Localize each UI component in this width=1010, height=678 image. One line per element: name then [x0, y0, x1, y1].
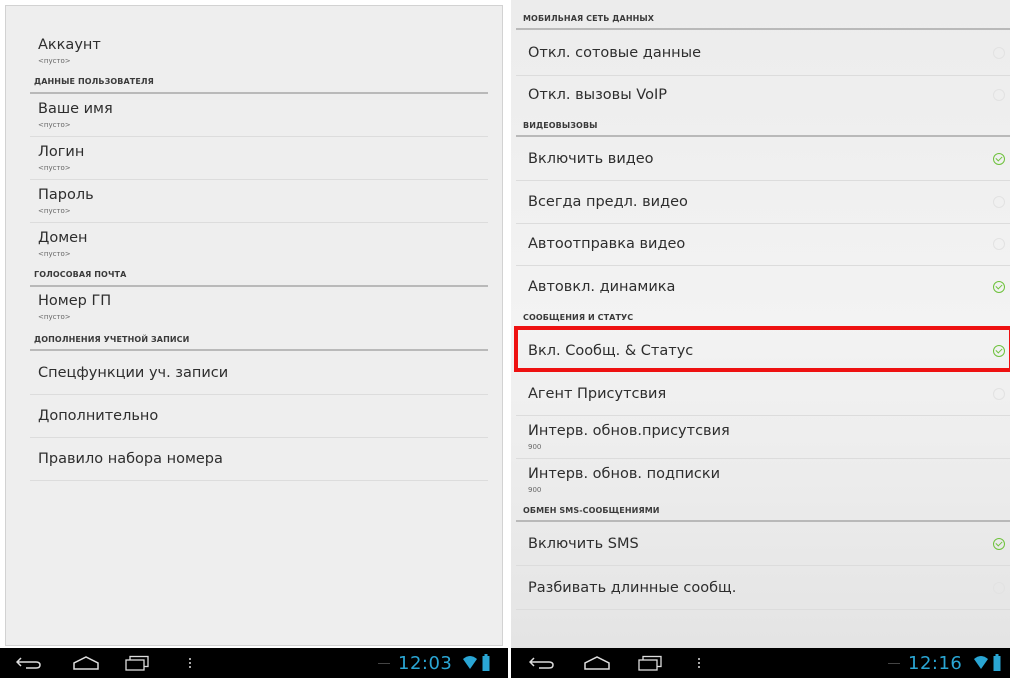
- section-header-messages-status: СООБЩЕНИЯ И СТАТУС: [523, 313, 634, 322]
- section-header-voicemail: ГОЛОСОВАЯ ПОЧТА: [34, 270, 127, 279]
- row-title: Логин: [38, 144, 85, 160]
- notification-dash: [378, 663, 390, 664]
- section-divider: [30, 349, 488, 351]
- dialing-rule-row[interactable]: Правило набора номера: [6, 438, 502, 480]
- presence-update-interval-row[interactable]: Интерв. обнов.присутсвия 900: [511, 416, 1010, 458]
- auto-send-video-row[interactable]: Автоотправка видео: [511, 224, 1010, 265]
- menu-dots-icon[interactable]: [697, 657, 701, 669]
- checkbox-checked[interactable]: [993, 538, 1005, 550]
- disable-cellular-data-row[interactable]: Откл. сотовые данные: [511, 31, 1010, 75]
- section-divider: [30, 285, 488, 287]
- row-divider: [30, 136, 488, 137]
- row-title: Правило набора номера: [38, 451, 223, 467]
- account-special-features-row[interactable]: Спецфункции уч. записи: [6, 352, 502, 394]
- presence-agent-row[interactable]: Агент Присутсвия: [511, 373, 1010, 415]
- row-title: Номер ГП: [38, 293, 112, 309]
- row-title: Агент Присутсвия: [528, 386, 667, 402]
- status-clock: 12:03: [398, 653, 453, 674]
- auto-speaker-row[interactable]: Автовкл. динамика: [511, 266, 1010, 308]
- row-summary: 900: [528, 443, 542, 451]
- row-title: Разбивать длинные сообщ.: [528, 580, 737, 596]
- row-summary: <пусто>: [38, 313, 71, 321]
- checkbox[interactable]: [993, 388, 1005, 400]
- row-title: Интерв. обнов.присутсвия: [528, 423, 730, 439]
- section-header-mobile-data: МОБИЛЬНАЯ СЕТЬ ДАННЫХ: [523, 14, 655, 23]
- status-clock: 12:16: [908, 653, 963, 674]
- checkbox[interactable]: [993, 47, 1005, 59]
- home-icon[interactable]: [583, 655, 611, 671]
- checkbox[interactable]: [993, 582, 1005, 594]
- your-name-row[interactable]: Ваше имя <пусто>: [6, 96, 502, 136]
- row-title: Включить SMS: [528, 536, 639, 552]
- row-title: Всегда предл. видео: [528, 194, 688, 210]
- subscription-update-interval-row[interactable]: Интерв. обнов. подписки 900: [511, 459, 1010, 501]
- section-header-account-extras: ДОПОЛНЕНИЯ УЧЕТНОЙ ЗАПИСИ: [34, 335, 190, 344]
- split-long-messages-row[interactable]: Разбивать длинные сообщ.: [511, 566, 1010, 609]
- checkbox[interactable]: [993, 89, 1005, 101]
- back-icon[interactable]: [16, 656, 42, 670]
- row-title: Откл. вызовы VoIP: [528, 87, 667, 103]
- left-settings-screen: Аккаунт <пусто> ДАННЫЕ ПОЛЬЗОВАТЕЛЯ Ваше…: [0, 0, 508, 678]
- section-divider: [30, 92, 488, 94]
- right-settings-list: МОБИЛЬНАЯ СЕТЬ ДАННЫХ Откл. сотовые данн…: [511, 0, 1010, 648]
- recent-apps-icon[interactable]: [124, 655, 150, 671]
- password-row[interactable]: Пароль <пусто>: [6, 182, 502, 222]
- row-summary: <пусто>: [38, 207, 71, 215]
- row-summary: 900: [528, 486, 542, 494]
- system-navigation-bar: 12:16: [511, 648, 1010, 678]
- row-divider: [30, 480, 488, 481]
- home-icon[interactable]: [72, 655, 100, 671]
- row-title: Дополнительно: [38, 408, 159, 424]
- row-title: Ваше имя: [38, 101, 113, 117]
- notification-dash: [888, 663, 900, 664]
- account-row[interactable]: Аккаунт <пусто>: [6, 32, 502, 70]
- section-divider: [516, 28, 1010, 30]
- row-title: Откл. сотовые данные: [528, 45, 702, 61]
- row-summary: <пусто>: [38, 250, 71, 258]
- login-row[interactable]: Логин <пусто>: [6, 139, 502, 179]
- back-icon[interactable]: [529, 656, 555, 670]
- row-title: Аккаунт: [38, 37, 101, 53]
- section-header-sms: ОБМЕН SMS-СООБЩЕНИЯМИ: [523, 506, 660, 515]
- enable-sms-row[interactable]: Включить SMS: [511, 522, 1010, 565]
- left-settings-list: Аккаунт <пусто> ДАННЫЕ ПОЛЬЗОВАТЕЛЯ Ваше…: [5, 5, 503, 646]
- row-title: Включить видео: [528, 151, 654, 167]
- voicemail-number-row[interactable]: Номер ГП <пусто>: [6, 288, 502, 328]
- checkbox[interactable]: [993, 196, 1005, 208]
- section-header-video-calls: ВИДЕОВЫЗОВЫ: [523, 121, 598, 130]
- row-title: Пароль: [38, 187, 94, 203]
- row-summary: <пусто>: [38, 121, 71, 129]
- row-summary: <пусто>: [38, 164, 71, 172]
- row-title: Автоотправка видео: [528, 236, 686, 252]
- advanced-row[interactable]: Дополнительно: [6, 395, 502, 437]
- row-divider: [30, 222, 488, 223]
- section-header-user-data: ДАННЫЕ ПОЛЬЗОВАТЕЛЯ: [34, 77, 154, 86]
- highlight-box: [514, 326, 1010, 372]
- system-navigation-bar: 12:03: [0, 648, 508, 678]
- wifi-icon: [974, 656, 988, 669]
- row-title: Автовкл. динамика: [528, 279, 676, 295]
- row-title: Интерв. обнов. подписки: [528, 466, 721, 482]
- right-settings-screen: МОБИЛЬНАЯ СЕТЬ ДАННЫХ Откл. сотовые данн…: [511, 0, 1010, 678]
- domain-row[interactable]: Домен <пусто>: [6, 225, 502, 265]
- checkbox-checked[interactable]: [993, 153, 1005, 165]
- row-divider: [516, 609, 1010, 610]
- row-divider: [30, 179, 488, 180]
- wifi-icon: [463, 656, 477, 669]
- disable-voip-calls-row[interactable]: Откл. вызовы VoIP: [511, 76, 1010, 116]
- checkbox-checked[interactable]: [993, 281, 1005, 293]
- row-summary: <пусто>: [38, 57, 71, 65]
- menu-dots-icon[interactable]: [188, 657, 192, 669]
- battery-icon: [993, 654, 1001, 671]
- always-offer-video-row[interactable]: Всегда предл. видео: [511, 181, 1010, 223]
- checkbox[interactable]: [993, 238, 1005, 250]
- recent-apps-icon[interactable]: [637, 655, 663, 671]
- row-title: Спецфункции уч. записи: [38, 365, 229, 381]
- row-title: Домен: [38, 230, 88, 246]
- battery-icon: [482, 654, 490, 671]
- enable-video-row[interactable]: Включить видео: [511, 137, 1010, 180]
